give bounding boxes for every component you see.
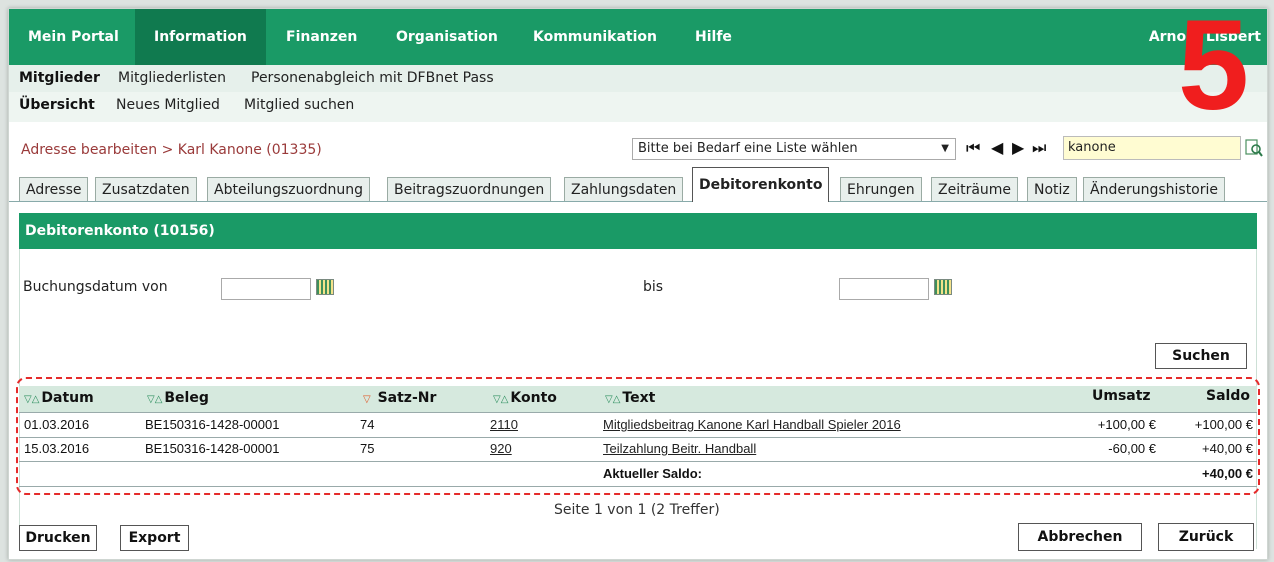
subnav-mitglieder[interactable]: Mitglieder (19, 70, 100, 86)
print-button[interactable]: Drucken (19, 525, 97, 551)
list-select-value: Bitte bei Bedarf eine Liste wählen (638, 141, 858, 156)
sub-navigation-primary: Mitglieder Mitgliederlisten Personenabgl… (9, 65, 1267, 92)
nav-item-hilfe[interactable]: Hilfe (676, 9, 751, 65)
next-record-icon[interactable]: ▶ (1012, 138, 1024, 158)
tab-adresse[interactable]: Adresse (19, 177, 89, 201)
list-select[interactable]: Bitte bei Bedarf eine Liste wählen ▼ (632, 138, 956, 160)
search-icon[interactable] (1245, 139, 1263, 157)
panel-title: Debitorenkonto (10156) (19, 213, 1257, 249)
tab-zusatzdaten[interactable]: Zusatzdaten (95, 177, 197, 201)
sub-navigation-secondary: Übersicht Neues Mitglied Mitglied suchen (9, 92, 1267, 122)
cancel-button[interactable]: Abbrechen (1018, 523, 1142, 551)
app-window: Mein Portal Information Finanzen Organis… (8, 8, 1268, 560)
tab-aenderungshistorie[interactable]: Änderungshistorie (1083, 177, 1226, 201)
first-record-icon[interactable]: ⏮ (966, 138, 980, 158)
tab-beitragszuordnungen[interactable]: Beitragszuordnungen (387, 177, 552, 201)
subnav-neues-mitglied[interactable]: Neues Mitglied (116, 97, 220, 113)
last-record-icon[interactable]: ⏭ (1032, 138, 1046, 158)
subnav-uebersicht[interactable]: Übersicht (19, 97, 95, 113)
export-button[interactable]: Export (120, 525, 189, 551)
nav-item-mein-portal[interactable]: Mein Portal (9, 9, 138, 65)
search-button[interactable]: Suchen (1155, 343, 1247, 369)
step-number-overlay: 5 (1177, 8, 1249, 137)
nav-item-information[interactable]: Information (135, 9, 266, 65)
subnav-mitgliederlisten[interactable]: Mitgliederlisten (118, 70, 226, 86)
tab-ehrungen[interactable]: Ehrungen (840, 177, 922, 201)
tab-abteilungszuordnung[interactable]: Abteilungszuordnung (207, 177, 370, 201)
nav-item-finanzen[interactable]: Finanzen (267, 9, 376, 65)
date-from-label: Buchungsdatum von (23, 279, 168, 295)
calendar-icon[interactable] (316, 279, 334, 295)
top-navigation: Mein Portal Information Finanzen Organis… (9, 9, 1267, 65)
date-from-input[interactable] (221, 278, 311, 300)
tab-zahlungsdaten[interactable]: Zahlungsdaten (564, 177, 684, 201)
previous-record-icon[interactable]: ◀ (991, 138, 1003, 158)
tab-notiz[interactable]: Notiz (1027, 177, 1077, 201)
search-input[interactable]: kanone (1063, 136, 1241, 160)
highlight-frame (16, 377, 1260, 495)
tab-zeitraeume[interactable]: Zeiträume (931, 177, 1019, 201)
nav-item-kommunikation[interactable]: Kommunikation (514, 9, 676, 65)
tab-bar: Adresse Zusatzdaten Abteilungszuordnung … (9, 167, 1267, 202)
date-to-input[interactable] (839, 278, 929, 300)
back-button[interactable]: Zurück (1158, 523, 1254, 551)
subnav-personenabgleich[interactable]: Personenabgleich mit DFBnet Pass (251, 70, 494, 86)
breadcrumb: Adresse bearbeiten > Karl Kanone (01335) (21, 142, 322, 158)
calendar-icon[interactable] (934, 279, 952, 295)
dropdown-arrow-icon: ▼ (941, 143, 949, 154)
pagination-info: Seite 1 von 1 (2 Treffer) (554, 502, 720, 518)
subnav-mitglied-suchen[interactable]: Mitglied suchen (244, 97, 354, 113)
nav-item-organisation[interactable]: Organisation (377, 9, 517, 65)
tab-debitorenkonto[interactable]: Debitorenkonto (692, 167, 830, 202)
date-to-label: bis (643, 279, 664, 295)
